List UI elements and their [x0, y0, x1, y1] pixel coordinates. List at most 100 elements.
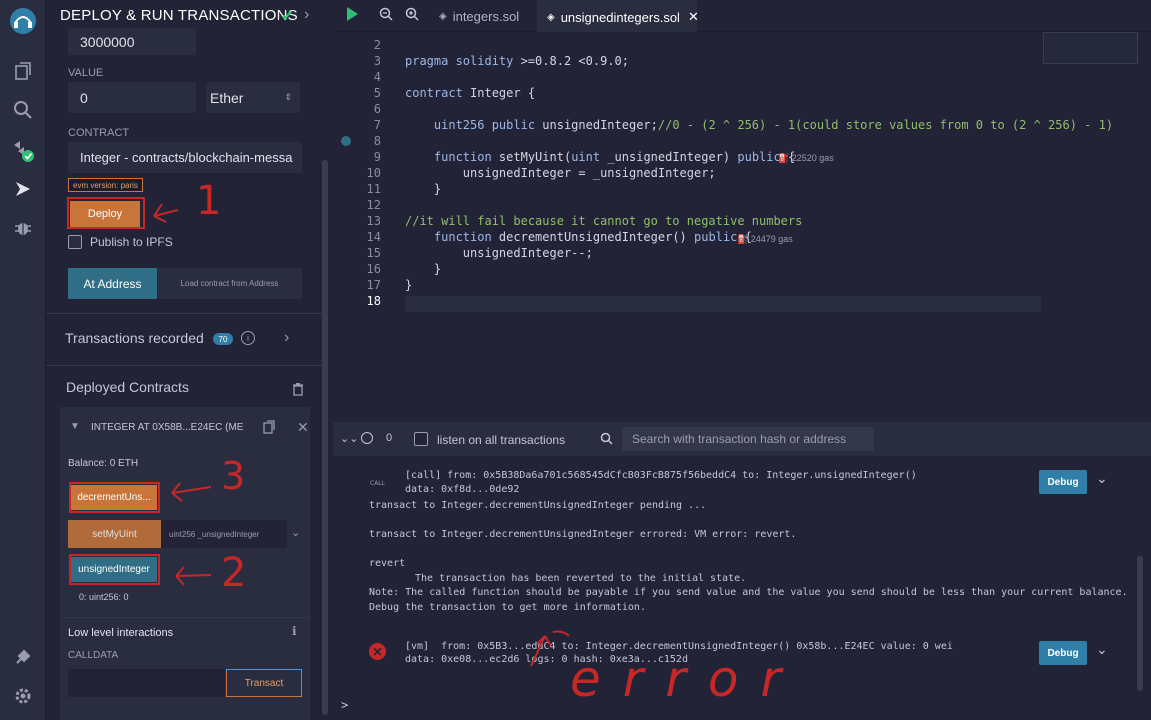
publish-ipfs-checkbox[interactable]	[68, 235, 82, 249]
code-line: pragma solidity >=0.8.2 <0.9.0;	[405, 54, 629, 68]
divider	[46, 365, 322, 366]
call-badge: CALL	[370, 480, 385, 487]
chevron-down-icon[interactable]: ⌄	[1096, 470, 1108, 487]
unit-select[interactable]: Ether ⇕	[206, 82, 300, 113]
divider	[60, 617, 310, 618]
copy-icon[interactable]	[263, 420, 275, 439]
panel-scrollbar[interactable]	[322, 160, 328, 715]
transaction-search-input[interactable]: Search with transaction hash or address	[622, 427, 874, 451]
search-icon	[600, 432, 613, 450]
terminal-toolbar: ⌄⌄ 0 listen on all transactions Search w…	[333, 422, 1151, 456]
close-icon[interactable]: ✕	[297, 419, 309, 436]
unit-select-value: Ether	[210, 89, 244, 106]
updown-icon: ⇕	[284, 92, 292, 102]
code-line: function decrementUnsignedInteger() publ…	[433, 230, 752, 244]
value-input[interactable]: 0	[68, 82, 196, 113]
line-number: 4	[373, 70, 381, 84]
transact-button[interactable]: Transact	[226, 669, 302, 697]
divider	[46, 313, 322, 314]
revert-message: The transaction has been reverted to the…	[415, 573, 747, 584]
contract-select[interactable]: Integer - contracts/blockchain-messa	[68, 142, 302, 173]
code-line: unsignedInteger--;	[405, 246, 593, 260]
pending-line: transact to Integer.decrementUnsignedInt…	[369, 500, 707, 511]
tab-label: unsignedintegers.sol	[560, 9, 680, 25]
calldata-label: CALLDATA	[68, 650, 119, 661]
code-line: }	[405, 262, 442, 276]
line-number: 15	[366, 246, 381, 260]
code-line: //it will fail because it cannot go to n…	[405, 214, 803, 228]
terminal-output: CALL [call] from: 0x5B38Da6a701c568545dC…	[333, 456, 1151, 720]
gas-value: 22520 gas	[791, 153, 834, 163]
line-number: 16	[366, 262, 381, 276]
editor-minimap[interactable]	[1043, 32, 1138, 64]
current-line-highlight	[405, 296, 1041, 312]
line-number: 14	[366, 230, 381, 244]
pending-count: 0	[386, 432, 393, 444]
debug-button[interactable]: Debug	[1039, 641, 1087, 665]
terminal-prompt[interactable]: >	[341, 698, 348, 712]
debugger-icon[interactable]	[8, 213, 38, 243]
gas-estimate: ⛽ 22520 gas	[778, 153, 834, 163]
deploy-run-panel: DEPLOY & RUN TRANSACTIONS ✔ › 3000000 VA…	[46, 0, 333, 720]
calldata-input[interactable]	[68, 669, 225, 697]
call-log-data: data: 0xf8d...0de92	[405, 484, 520, 495]
panel-title: DEPLOY & RUN TRANSACTIONS	[60, 7, 298, 24]
run-icon[interactable]	[347, 7, 358, 21]
line-number: 2	[373, 38, 381, 52]
line-number: 8	[373, 134, 381, 148]
call-log-line: [call] from: 0x5B38Da6a701c568545dCfcB03…	[405, 470, 917, 481]
debug-hint-line: Debug the transaction to get more inform…	[369, 602, 646, 613]
error-line: transact to Integer.decrementUnsignedInt…	[369, 529, 797, 540]
zoom-in-icon[interactable]	[405, 7, 419, 26]
terminal-scrollbar[interactable]	[1137, 556, 1143, 691]
plugin-manager-icon[interactable]	[8, 642, 38, 672]
deployed-contracts-label: Deployed Contracts	[66, 379, 189, 395]
trash-icon[interactable]	[292, 382, 304, 401]
chevron-down-icon[interactable]: ⌄	[1096, 641, 1108, 658]
tab-unsignedintegers[interactable]: ◈ unsignedintegers.sol ✕	[537, 0, 699, 32]
evm-version-badge: evm version: paris	[68, 178, 143, 192]
code-line: }	[405, 182, 442, 196]
close-tab-icon[interactable]: ✕	[688, 9, 699, 25]
transactions-count-badge: 70	[213, 333, 233, 345]
chevron-down-icon[interactable]: ▼	[70, 421, 80, 432]
annotation-box-deploy	[67, 197, 145, 229]
at-address-button[interactable]: At Address	[68, 268, 157, 299]
clear-icon[interactable]	[361, 432, 373, 444]
line-number: 18	[366, 294, 381, 308]
file-icon: ◈	[439, 10, 447, 22]
tab-integers[interactable]: ◈ integers.sol	[429, 0, 529, 32]
instance-balance: Balance: 0 ETH	[68, 458, 139, 469]
chevron-right-icon[interactable]: ›	[284, 329, 289, 347]
value-label: VALUE	[68, 67, 104, 79]
gas-value: 24479 gas	[750, 234, 793, 244]
line-number: 12	[366, 198, 381, 212]
icon-bar	[0, 0, 46, 720]
gas-limit-input[interactable]: 3000000	[68, 28, 196, 55]
settings-icon[interactable]	[8, 681, 38, 711]
contract-label: CONTRACT	[68, 127, 130, 139]
zoom-out-icon[interactable]	[379, 7, 393, 26]
deploy-run-icon[interactable]	[8, 174, 38, 204]
listen-checkbox[interactable]	[414, 432, 428, 446]
annotation-number-three: 3	[221, 454, 246, 498]
line-number: 17	[366, 278, 381, 292]
search-icon[interactable]	[8, 95, 38, 125]
info-icon[interactable]: ℹ	[292, 624, 302, 638]
set-my-uint-button[interactable]: setMyUint	[68, 520, 161, 548]
info-icon[interactable]: i	[241, 331, 255, 345]
chevron-down-icon[interactable]: ⌄	[291, 526, 300, 539]
compiler-icon[interactable]	[8, 135, 38, 165]
debug-button[interactable]: Debug	[1039, 470, 1087, 494]
collapse-icon[interactable]: ⌄⌄	[340, 432, 358, 445]
transactions-recorded-label[interactable]: Transactions recorded	[65, 330, 204, 346]
editor-tabs-bar: ◈ integers.sol ◈ unsignedintegers.sol ✕	[333, 0, 1151, 32]
file-explorer-icon[interactable]	[8, 56, 38, 86]
annotation-error-text: error	[570, 650, 804, 708]
check-icon: ✔	[281, 8, 295, 25]
gas-estimate: ⛽ 24479 gas	[737, 234, 793, 244]
load-contract-address-input[interactable]: Load contract from Address	[157, 268, 302, 299]
breakpoint-marker[interactable]	[341, 136, 351, 146]
remix-logo-icon[interactable]	[8, 6, 38, 36]
chevron-right-icon[interactable]: ›	[304, 6, 309, 24]
